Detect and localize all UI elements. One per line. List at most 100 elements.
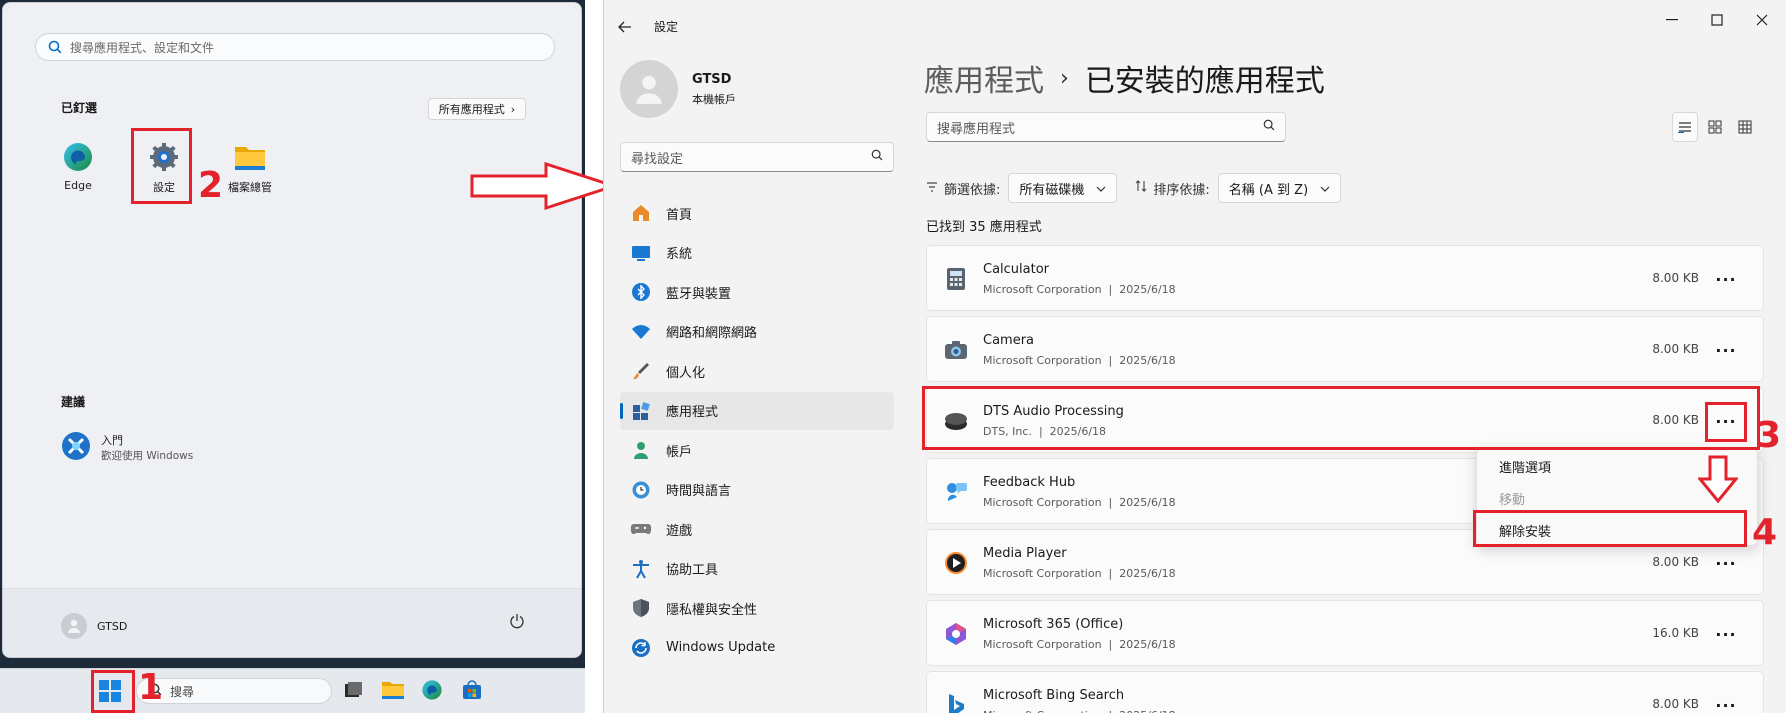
- sort-value: 名稱 (A 到 Z): [1228, 182, 1309, 198]
- nav-item-accounts[interactable]: 帳戶: [620, 431, 894, 469]
- pinned-title: 已釘選: [61, 101, 98, 115]
- apps-found-count: 已找到 35 應用程式: [926, 220, 1042, 235]
- meta-separator: |: [1108, 638, 1113, 651]
- nav-label: 帳戶: [666, 444, 693, 460]
- highlight-settings-app: [131, 128, 192, 204]
- nav-item-apps[interactable]: 應用程式: [620, 391, 894, 430]
- edge-icon[interactable]: [421, 679, 443, 705]
- settings-search-placeholder: 尋找設定: [631, 151, 684, 167]
- user-account-button[interactable]: GTSD: [61, 613, 127, 639]
- filter-dropdown[interactable]: 所有磁碟機: [1008, 173, 1118, 203]
- app-meta: Microsoft Corporation | 2025/6/18: [983, 567, 1176, 580]
- highlight-dts-app-row: [922, 386, 1760, 450]
- start-search-box[interactable]: 搜尋應用程式、設定和文件: [35, 33, 555, 61]
- nav-item-bluetooth[interactable]: 藍牙與裝置: [620, 273, 894, 311]
- meta-separator: |: [1109, 709, 1113, 713]
- settings-nav: 首頁 系統 藍牙與裝置 網路和網際網路 個人化 應用程式 帳戶 時間與語言 遊戲…: [620, 194, 894, 668]
- filter-label: 篩選依據:: [944, 182, 1001, 198]
- shield-icon: [630, 597, 652, 619]
- pinned-app-label: 檔案總管: [228, 181, 272, 194]
- list-view-icon[interactable]: [1672, 112, 1698, 142]
- recommended-item-subtitle: 歡迎使用 Windows: [101, 450, 194, 462]
- pinned-app-edge[interactable]: Edge: [43, 139, 113, 192]
- nav-item-personalization[interactable]: 個人化: [620, 352, 894, 390]
- account-icon: [630, 439, 652, 461]
- step-4-label: 4: [1752, 512, 1778, 553]
- meta-separator: |: [1108, 283, 1113, 296]
- nav-item-gaming[interactable]: 遊戲: [620, 510, 894, 548]
- grid-view-icon[interactable]: [1702, 112, 1728, 142]
- app-meta: Microsoft Corporation | 2025/6/18: [983, 283, 1176, 296]
- settings-search-input[interactable]: 尋找設定: [620, 142, 894, 172]
- nav-item-network[interactable]: 網路和網際網路: [620, 313, 894, 351]
- wifi-icon: [630, 321, 652, 343]
- maximize-icon[interactable]: [1705, 10, 1729, 30]
- more-options-button[interactable]: ···: [1711, 551, 1741, 575]
- file-explorer-icon[interactable]: [381, 679, 405, 705]
- nav-item-system[interactable]: 系統: [620, 234, 894, 272]
- back-arrow-icon[interactable]: [618, 18, 632, 37]
- recommended-item-title: 入門: [101, 434, 123, 447]
- more-options-button[interactable]: ···: [1711, 338, 1741, 362]
- all-apps-button[interactable]: 所有應用程式 ›: [428, 98, 526, 120]
- app-name: Feedback Hub: [983, 475, 1076, 490]
- filter-value: 所有磁碟機: [1019, 182, 1085, 198]
- update-icon: [630, 637, 652, 659]
- nav-label: 系統: [666, 247, 693, 262]
- nav-item-accessibility[interactable]: 協助工具: [620, 550, 894, 588]
- start-menu-area: 搜尋應用程式、設定和文件 已釘選 所有應用程式 › Edge 設定 檔案總管 建…: [0, 0, 585, 713]
- more-options-button[interactable]: ···: [1711, 622, 1741, 646]
- home-icon: [630, 202, 652, 224]
- folder-icon: [215, 139, 285, 175]
- recommended-item-get-started[interactable]: 入門 歡迎使用 Windows: [61, 431, 193, 464]
- app-row: Microsoft 365 (Office) Microsoft Corporat…: [926, 600, 1764, 666]
- avatar: [620, 60, 678, 118]
- nav-item-privacy[interactable]: 隱私權與安全性: [620, 589, 894, 627]
- step-2-label: 2: [198, 165, 224, 206]
- profile-header[interactable]: GTSD 本機帳戶: [620, 60, 736, 118]
- chevron-right-icon: ›: [510, 102, 516, 116]
- app-install-date: 2025/6/18: [1119, 354, 1176, 367]
- close-icon[interactable]: [1750, 10, 1774, 30]
- store-icon[interactable]: [461, 679, 483, 705]
- pinned-app-file-explorer[interactable]: 檔案總管: [215, 139, 285, 195]
- nav-label: 網路和網際網路: [666, 326, 758, 341]
- page-title: 已安裝的應用程式: [1084, 64, 1325, 99]
- nav-label: 協助工具: [666, 563, 719, 578]
- nav-item-time-language[interactable]: 時間與語言: [620, 471, 894, 509]
- media-player-icon: [943, 550, 969, 576]
- nav-label: 時間與語言: [666, 484, 732, 499]
- nav-label: 首頁: [666, 207, 693, 223]
- all-apps-label: 所有應用程式: [438, 103, 505, 116]
- feedback-hub-icon: [943, 479, 969, 505]
- app-size: 8.00 KB: [1652, 697, 1699, 711]
- calculator-icon: [943, 266, 969, 292]
- breadcrumb-parent[interactable]: 應用程式: [924, 56, 1044, 100]
- table-view-icon[interactable]: [1732, 112, 1758, 142]
- sort-dropdown[interactable]: 名稱 (A 到 Z): [1217, 173, 1342, 203]
- app-publisher: Microsoft Corporation: [983, 638, 1102, 651]
- minimize-icon[interactable]: [1660, 10, 1684, 30]
- app-row: Calculator Microsoft Corporation | 2025/6…: [926, 245, 1764, 311]
- task-view-icon[interactable]: [342, 679, 364, 705]
- start-menu: 搜尋應用程式、設定和文件 已釘選 所有應用程式 › Edge 設定 檔案總管 建…: [2, 2, 582, 658]
- nav-label: 藍牙與裝置: [666, 286, 732, 302]
- more-options-button[interactable]: ···: [1711, 693, 1741, 713]
- search-icon: [48, 40, 62, 54]
- view-toggle-group: [1672, 112, 1758, 142]
- search-icon: [1263, 119, 1275, 135]
- nav-item-home[interactable]: 首頁: [620, 194, 894, 232]
- nav-item-windows-update[interactable]: Windows Update: [620, 629, 894, 667]
- chevron-down-icon: [1320, 181, 1330, 196]
- app-search-input[interactable]: 搜尋應用程式: [926, 112, 1286, 142]
- menu-item-advanced-options[interactable]: 進階選項: [1499, 457, 1551, 476]
- app-install-date: 2025/6/18: [1119, 283, 1176, 296]
- gaming-icon: [630, 518, 652, 540]
- more-options-button[interactable]: ···: [1711, 267, 1741, 291]
- nav-label: 應用程式: [666, 405, 719, 420]
- nav-label: 隱私權與安全性: [666, 602, 758, 618]
- power-icon[interactable]: [509, 613, 525, 633]
- taskbar-search-box[interactable]: 搜尋: [136, 678, 332, 704]
- filter-sort-row: 篩選依據: 所有磁碟機 排序依據: 名稱 (A 到 Z): [926, 173, 1342, 203]
- meta-separator: |: [1108, 354, 1113, 367]
